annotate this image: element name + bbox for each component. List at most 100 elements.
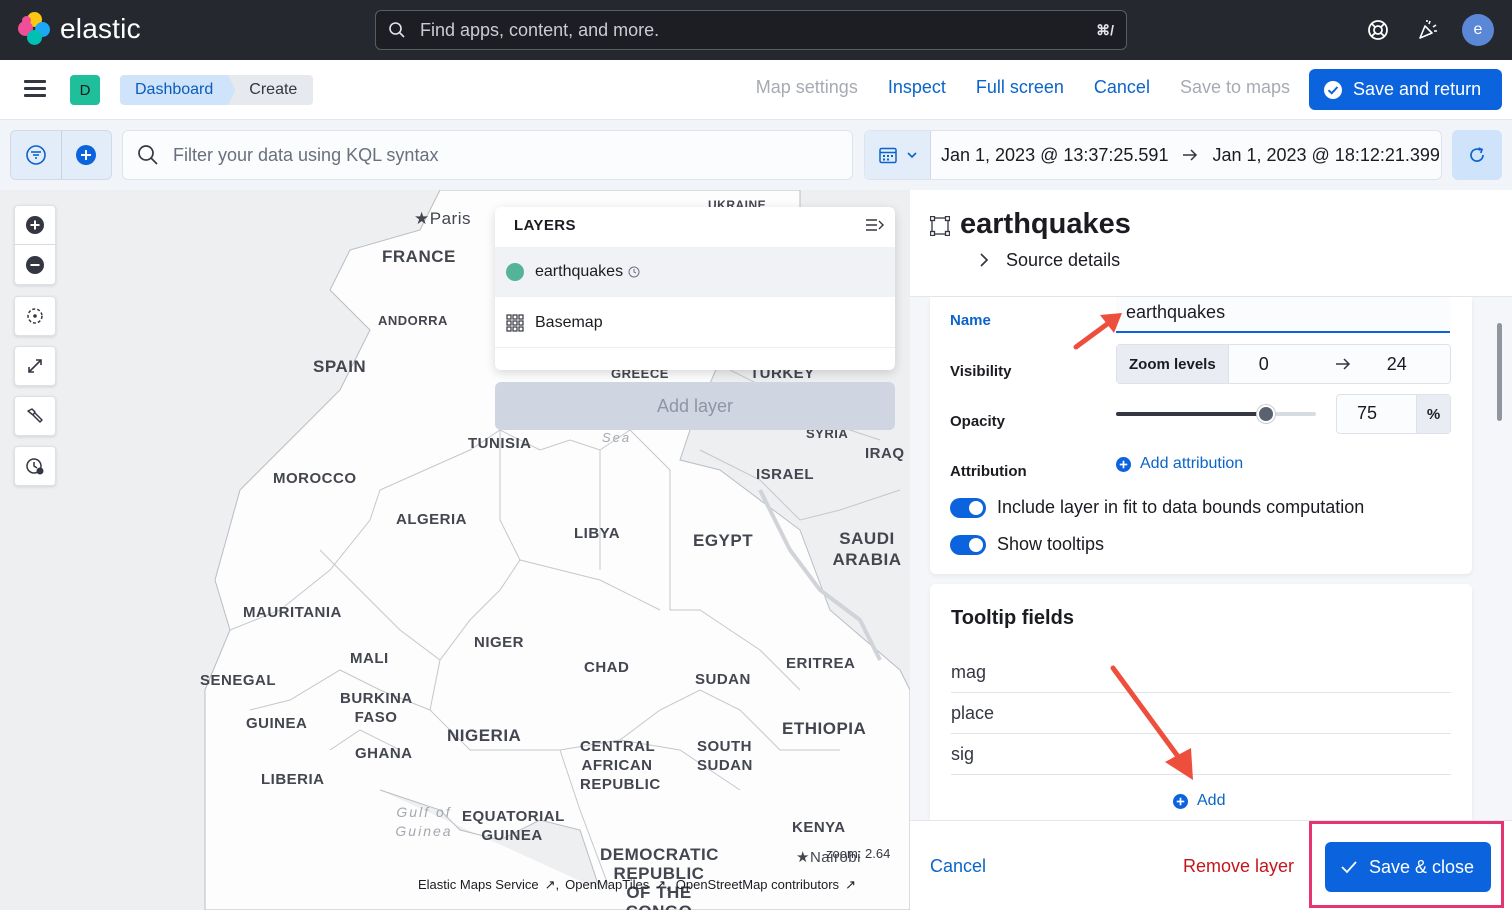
map-canvas[interactable]: ★Paris FRANCE ANDORRA SPAIN UKRAINE GREE… <box>0 190 910 910</box>
add-tooltip-field-button[interactable]: Add <box>1173 792 1225 810</box>
breadcrumb-dashboard[interactable]: Dashboard <box>120 75 236 105</box>
opacity-unit: % <box>1416 395 1450 433</box>
help-icon <box>1368 20 1388 40</box>
chevron-down-icon <box>906 152 917 159</box>
plus-circle-icon <box>26 216 44 234</box>
map-label-south-sudan: SOUTH SUDAN <box>697 738 753 774</box>
zoom-range-input: Zoom levels 0 24 <box>1116 344 1451 384</box>
fullscreen-tool <box>14 346 56 386</box>
expand-icon <box>28 359 42 373</box>
wrench-icon <box>27 408 43 423</box>
app-nav-bar: D Dashboard Create Map settings Inspect … <box>0 60 1512 120</box>
fit-bounds-switch[interactable] <box>950 497 986 518</box>
minus-circle-icon <box>26 255 44 274</box>
elastic-logo-icon <box>18 12 52 46</box>
remove-layer-button[interactable]: Remove layer <box>1183 856 1294 877</box>
collapse-layers-icon[interactable] <box>865 217 885 233</box>
zoom-in-button[interactable] <box>14 205 56 245</box>
fit-bounds-switch-row: Include layer in fit to data bounds comp… <box>950 497 1364 518</box>
layer-name-field[interactable]: earthquakes <box>1116 297 1450 333</box>
zoom-max-input[interactable]: 24 <box>1387 354 1407 375</box>
menu-icon[interactable] <box>24 80 46 98</box>
map-label-chad: CHAD <box>584 659 630 676</box>
opacity-slider-thumb[interactable] <box>1257 405 1275 423</box>
opacity-value: 75 <box>1357 403 1378 423</box>
layer-item-earthquakes[interactable]: earthquakes <box>495 247 895 297</box>
map-label-morocco: MOROCCO <box>273 470 357 487</box>
layer-color-swatch <box>506 263 524 281</box>
map-label-sea: Sea <box>602 430 632 445</box>
add-attribution-button[interactable]: Add attribution <box>1116 455 1243 473</box>
show-tooltips-switch[interactable] <box>950 534 986 555</box>
layer-editor-header: earthquakes Source details <box>910 190 1512 297</box>
zoom-min-input[interactable]: 0 <box>1259 354 1269 375</box>
start-date[interactable]: Jan 1, 2023 @ 13:37:25.591 <box>941 145 1168 166</box>
map-label-senegal: SENEGAL <box>200 672 277 689</box>
attribution-openmaptiles-link[interactable]: OpenMapTiles <box>565 877 649 893</box>
brand-name: elastic <box>60 13 141 44</box>
attribution-ems-link[interactable]: Elastic Maps Service <box>418 877 539 893</box>
inspect-link[interactable]: Inspect <box>888 77 946 98</box>
date-picker: Jan 1, 2023 @ 13:37:25.591 Jan 1, 2023 @… <box>864 130 1442 180</box>
keyboard-shortcut-badge: ⌘/ <box>1096 21 1114 38</box>
map-label-kenya: KENYA <box>792 819 846 836</box>
zoom-out-button[interactable] <box>14 245 56 285</box>
map-attribution: Elastic Maps Service ↗, OpenMapTiles ↗, Op… <box>418 877 856 893</box>
attribution-osm-link[interactable]: OpenStreetMap contributors <box>676 877 839 893</box>
map-label-gulf-of-guinea: Gulf of Guinea <box>395 804 453 839</box>
space-avatar[interactable]: D <box>70 75 100 105</box>
map-label-israel: ISRAEL <box>756 466 815 483</box>
opacity-number-input[interactable]: 75 % <box>1336 394 1451 434</box>
layer-editor-footer: Cancel Remove layer Save & close <box>910 820 1512 910</box>
save-and-return-label: Save and return <box>1353 79 1482 99</box>
filter-button-group <box>10 130 112 180</box>
layer-item-basemap[interactable]: Basemap <box>495 298 895 348</box>
save-and-close-label: Save & close <box>1369 856 1475 877</box>
save-and-return-button[interactable]: Save and return <box>1309 69 1502 110</box>
annotation-arrow-icon <box>1073 313 1122 350</box>
save-to-maps-link: Save to maps <box>1179 77 1290 97</box>
opacity-slider[interactable] <box>1116 405 1316 423</box>
fit-bounds-button[interactable] <box>14 346 56 386</box>
quick-select-button[interactable] <box>865 131 931 179</box>
attribution-label: Attribution <box>950 463 1027 480</box>
grid-icon <box>506 313 524 332</box>
refresh-button[interactable] <box>1452 130 1502 180</box>
add-attribution-label: Add attribution <box>1140 455 1244 472</box>
full-screen-link[interactable]: Full screen <box>976 77 1064 98</box>
layer-name: Basemap <box>535 313 603 331</box>
set-view-button[interactable] <box>14 296 56 336</box>
source-details-toggle[interactable]: Source details <box>1006 250 1120 271</box>
kql-placeholder: Filter your data using KQL syntax <box>173 144 439 165</box>
map-label-ethiopia: ETHIOPIA <box>782 719 867 738</box>
map-label-guinea: GUINEA <box>246 715 308 732</box>
map-label-mauritania: MAURITANIA <box>243 604 342 621</box>
end-date[interactable]: Jan 1, 2023 @ 18:12:21.399 <box>1212 145 1439 166</box>
elastic-logo[interactable]: elastic <box>18 12 141 46</box>
cancel-link[interactable]: Cancel <box>1094 77 1150 98</box>
query-bar: Filter your data using KQL syntax Jan 1,… <box>0 120 1512 190</box>
map-label-central-african-republic: CENTRAL AFRICAN REPUBLIC <box>580 738 661 793</box>
timeslider-button[interactable] <box>14 446 56 486</box>
map-label-sudan: SUDAN <box>695 671 751 688</box>
user-avatar[interactable]: e <box>1462 14 1494 46</box>
kql-query-input[interactable]: Filter your data using KQL syntax <box>122 130 853 180</box>
map-label-egypt: EGYPT <box>693 531 754 550</box>
news-feed-button[interactable] <box>1412 12 1444 48</box>
panel-scrollbar[interactable] <box>1497 323 1502 421</box>
add-filter-button[interactable] <box>62 131 112 179</box>
visibility-label: Visibility <box>950 363 1012 380</box>
save-and-close-button[interactable]: Save & close <box>1325 842 1491 892</box>
filter-menu-button[interactable] <box>11 131 62 179</box>
cancel-button[interactable]: Cancel <box>930 856 986 877</box>
timeslider-tool <box>14 446 56 486</box>
chevron-right-icon[interactable] <box>978 252 990 268</box>
clock-icon <box>628 266 640 278</box>
tools-button[interactable] <box>14 396 56 436</box>
fit-bounds-label: Include layer in fit to data bounds comp… <box>997 497 1365 517</box>
zoom-controls <box>14 205 56 285</box>
global-search-input[interactable]: Find apps, content, and more. ⌘/ <box>375 10 1127 50</box>
help-button[interactable] <box>1362 12 1394 48</box>
show-tooltips-label: Show tooltips <box>997 534 1105 554</box>
map-label-spain: SPAIN <box>313 357 367 376</box>
